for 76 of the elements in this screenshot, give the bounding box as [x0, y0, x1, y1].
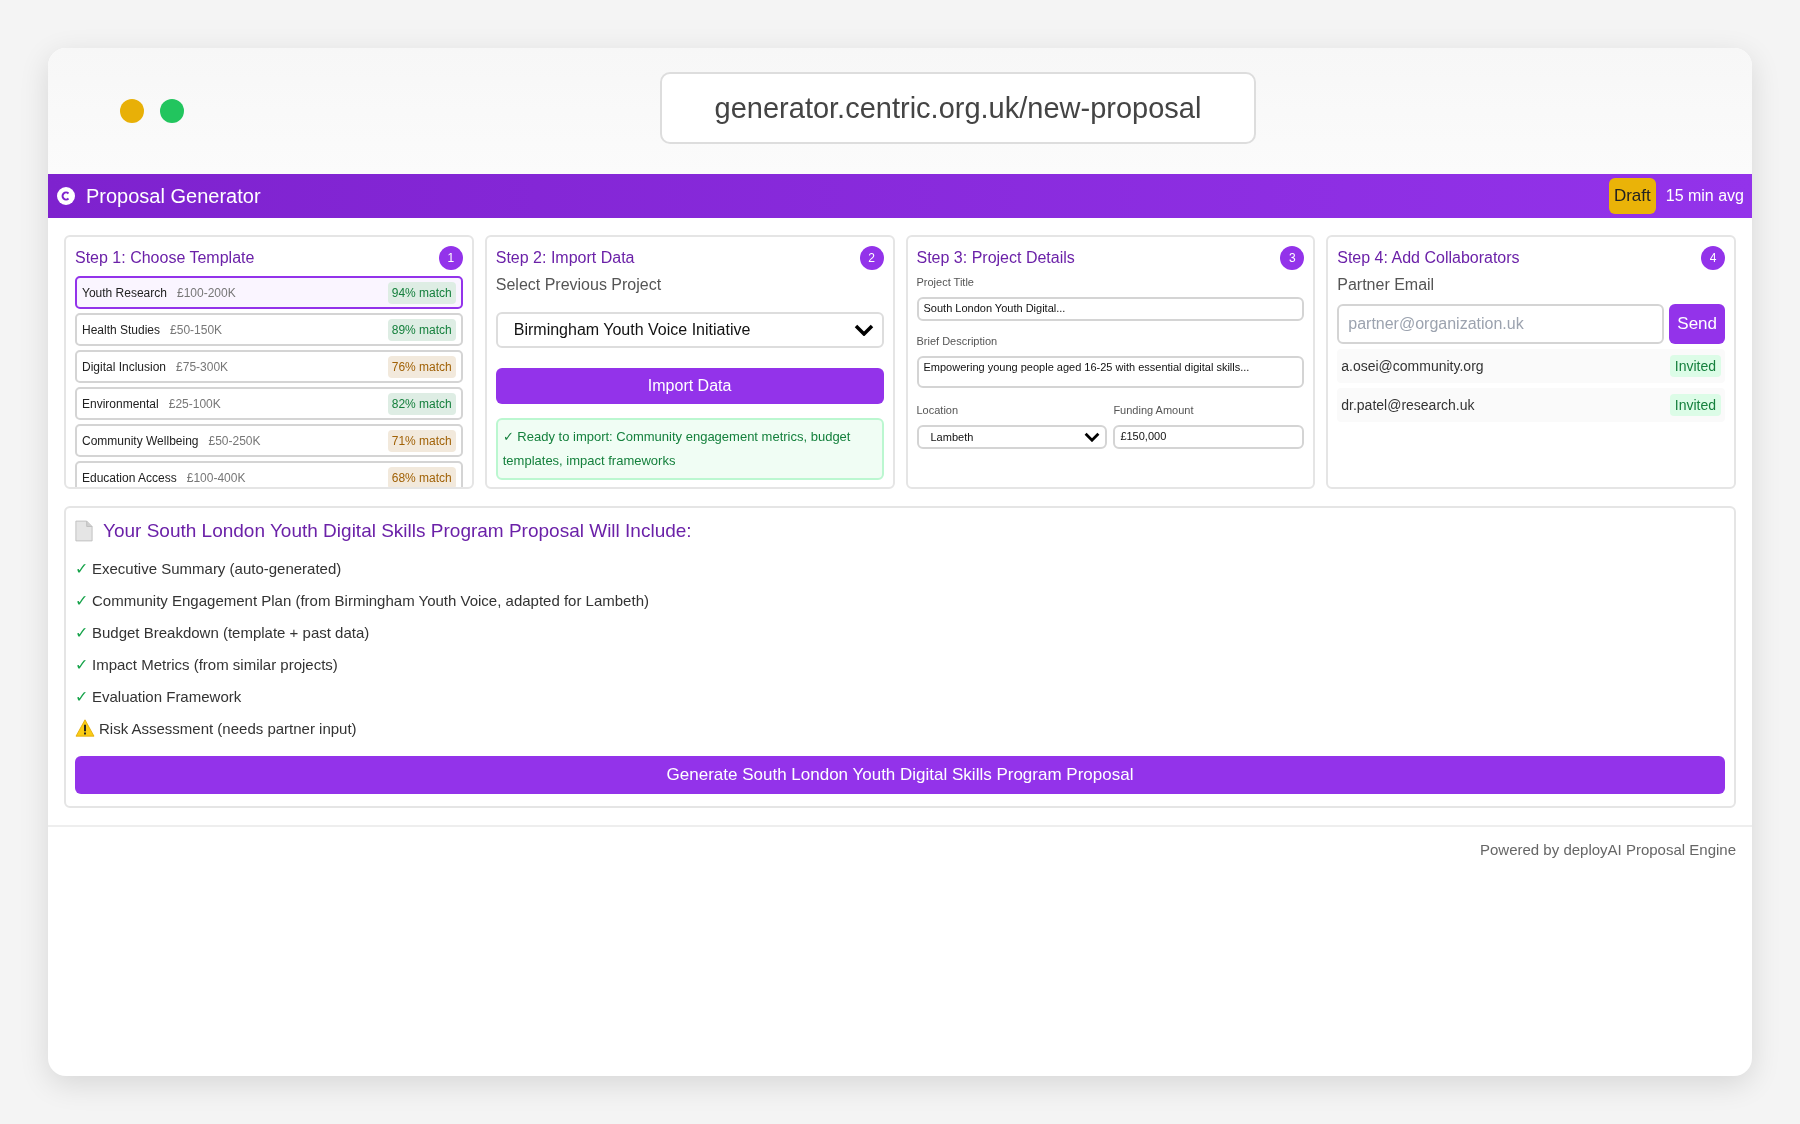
- step-number: 3: [1280, 246, 1305, 270]
- template-range: £50-150K: [170, 322, 223, 337]
- field-label: Funding Amount: [1113, 404, 1195, 416]
- template-option[interactable]: Education Access £100-400K 68% match: [75, 461, 463, 487]
- step-number: 2: [859, 246, 884, 270]
- template-name: Health Studies: [82, 322, 161, 337]
- document-icon: [75, 520, 93, 542]
- template-range: £75-300K: [176, 359, 229, 374]
- template-name: Education Access: [82, 470, 177, 485]
- template-name: Youth Research: [82, 285, 167, 300]
- check-icon: ✓: [75, 558, 88, 578]
- location-select[interactable]: Lambeth: [916, 425, 1108, 449]
- import-button[interactable]: Import Data: [495, 368, 884, 404]
- field-label: Project Title: [916, 276, 975, 288]
- field-label: Select Previous Project: [495, 276, 663, 294]
- match-badge: 82% match: [387, 392, 456, 415]
- description-field[interactable]: Empowering young people aged 16-25 with essential digital skills...: [916, 356, 1305, 388]
- check-icon: ✓: [75, 590, 88, 610]
- template-option[interactable]: Environmental £25-100K 82% match: [75, 387, 463, 420]
- template-option[interactable]: Community Wellbeing £50-250K 71% match: [75, 424, 463, 457]
- app-title: Proposal Generator: [86, 184, 261, 208]
- summary-item: Risk Assessment (needs partner input): [99, 719, 357, 737]
- template-name: Environmental: [82, 396, 159, 411]
- summary-item: Community Engagement Plan (from Birmingham Youth Voice, adapted for Lambeth): [92, 591, 649, 609]
- address-bar[interactable]: generator.centric.org.uk/new-proposal: [660, 72, 1256, 144]
- template-range: £100-200K: [176, 285, 236, 300]
- status-badge: Draft: [1608, 178, 1656, 214]
- step-number: 4: [1701, 246, 1725, 270]
- chevron-icon: [853, 324, 874, 336]
- step-title: Step 4: Add Collaborators: [1337, 249, 1520, 267]
- template-name: Digital Inclusion: [82, 359, 167, 374]
- invite-status: Invited: [1669, 355, 1721, 377]
- step-title: Step 2: Import Data: [495, 249, 635, 267]
- footer-text: Powered by deployAI Proposal Engine: [1480, 841, 1736, 858]
- summary-title: Your South London Youth Digital Skills Program Proposal Will Include:: [103, 520, 692, 542]
- template-range: £50-250K: [208, 433, 261, 448]
- chevron-icon: [1084, 432, 1101, 442]
- email-field[interactable]: partner@organization.uk: [1337, 304, 1665, 344]
- field-label: Partner Email: [1337, 276, 1436, 294]
- template-range: £100-400K: [186, 470, 246, 485]
- invite-email: dr.patel@research.uk: [1341, 397, 1475, 413]
- check-icon: ✓: [75, 686, 88, 706]
- field-label: Location: [916, 404, 960, 416]
- match-badge: 94% match: [387, 281, 456, 304]
- field-label: Brief Description: [916, 335, 999, 347]
- summary-item: Budget Breakdown (template + past data): [92, 623, 370, 641]
- title-field[interactable]: South London Youth Digital...: [916, 297, 1305, 321]
- summary-item: Impact Metrics (from similar projects): [92, 655, 338, 673]
- step-number: 1: [438, 246, 463, 270]
- summary-item: Evaluation Framework: [92, 687, 242, 705]
- time-estimate: 15 min avg: [1665, 187, 1744, 205]
- minimize-dot[interactable]: [120, 99, 144, 123]
- invite-email: a.osei@community.org: [1341, 358, 1484, 374]
- template-option[interactable]: Health Studies £50-150K 89% match: [75, 313, 463, 346]
- send-button[interactable]: Send: [1669, 304, 1725, 344]
- generate-button[interactable]: Generate South London Youth Digital Skills Program Proposal: [75, 756, 1725, 794]
- match-badge: 68% match: [387, 466, 456, 487]
- template-name: Community Wellbeing: [82, 433, 199, 448]
- check-icon: ✓: [75, 654, 88, 674]
- maximize-dot[interactable]: [160, 99, 184, 123]
- logo-icon: [56, 186, 76, 206]
- import-notice: ✓ Ready to import: Community engagement metrics, budget templates, impact frameworks: [495, 418, 884, 480]
- invite-status: Invited: [1669, 394, 1721, 416]
- check-icon: ✓: [75, 622, 88, 642]
- template-option[interactable]: Digital Inclusion £75-300K 76% match: [75, 350, 463, 383]
- step-title: Step 3: Project Details: [916, 249, 1075, 267]
- funding-field[interactable]: £150,000: [1113, 425, 1305, 449]
- template-option[interactable]: Youth Research £100-200K 94% match: [75, 276, 463, 309]
- match-badge: 89% match: [387, 318, 456, 341]
- summary-item: Executive Summary (auto-generated): [92, 559, 342, 577]
- template-range: £25-100K: [168, 396, 221, 411]
- match-badge: 76% match: [387, 355, 456, 378]
- match-badge: 71% match: [387, 429, 456, 452]
- warning-icon: [75, 719, 95, 737]
- step-title: Step 1: Choose Template: [75, 249, 255, 267]
- project-select[interactable]: Birmingham Youth Voice Initiative: [495, 312, 884, 348]
